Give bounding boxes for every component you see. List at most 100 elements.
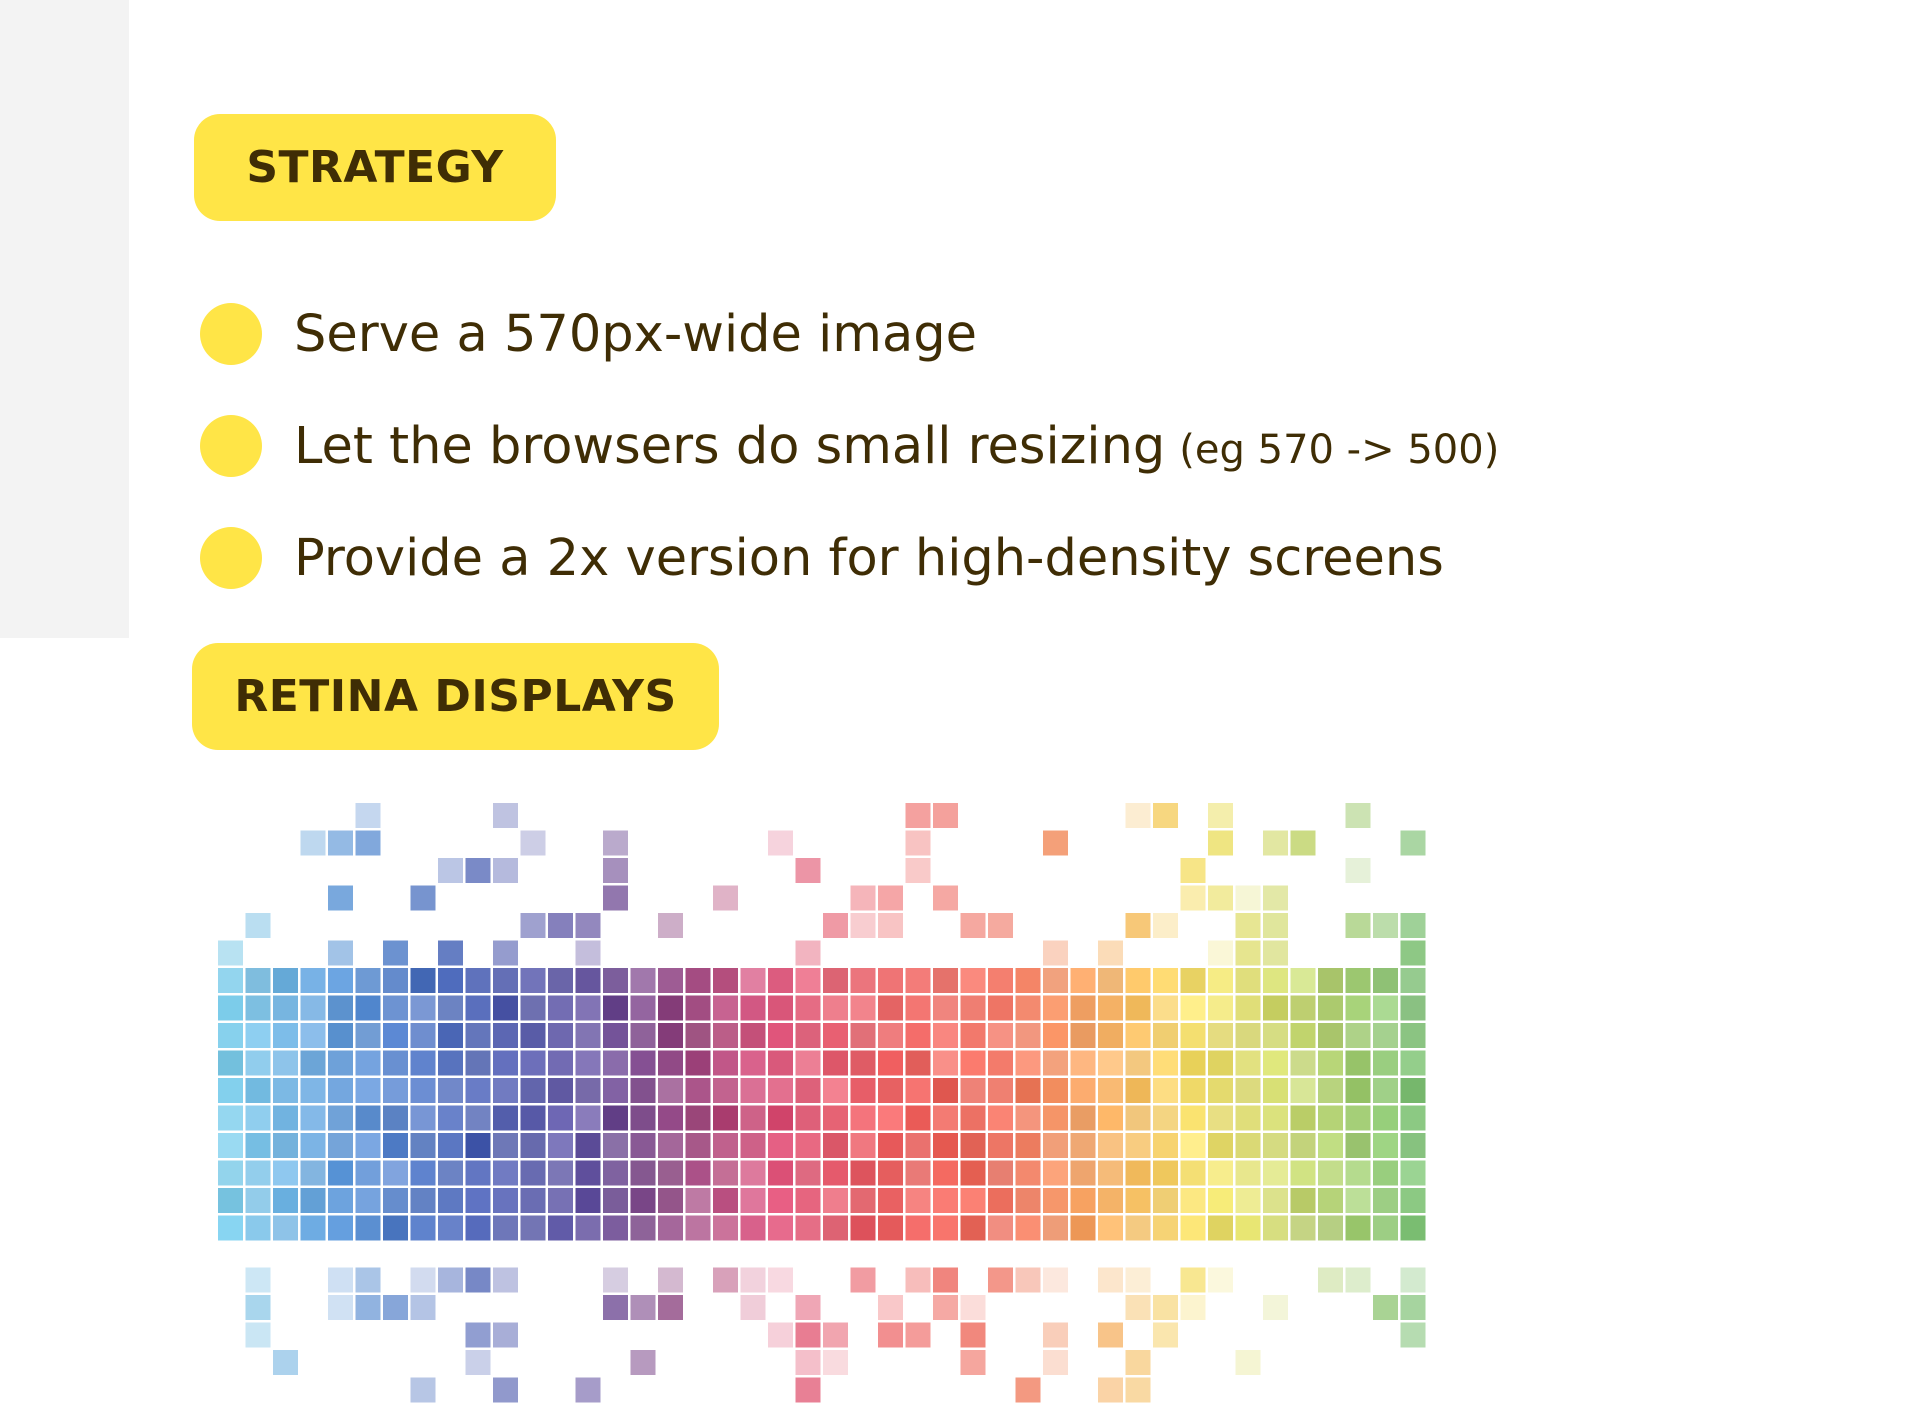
mosaic-pixel <box>905 803 931 828</box>
mosaic-pixel <box>1098 1133 1123 1158</box>
mosaic-pixel <box>1318 1105 1343 1131</box>
mosaic-pixel <box>1153 803 1178 828</box>
mosaic-pixel <box>1015 1078 1041 1103</box>
mosaic-pixel <box>685 1133 711 1158</box>
mosaic-pixel <box>933 803 958 828</box>
mosaic-pixel <box>1345 1215 1371 1241</box>
mosaic-pixel <box>465 1160 491 1186</box>
mosaic-pixel <box>878 1160 903 1186</box>
mosaic-pixel <box>273 1133 298 1158</box>
mosaic-pixel <box>1098 968 1123 993</box>
mosaic-pixel <box>1180 1133 1206 1158</box>
strategy-item-label: Serve a 570px-wide image <box>294 304 977 364</box>
mosaic-pixel <box>548 1105 573 1131</box>
mosaic-pixel <box>1015 1050 1041 1076</box>
mosaic-pixel <box>1098 1267 1123 1293</box>
mosaic-pixel <box>960 1078 986 1103</box>
mosaic-pixel <box>658 995 683 1021</box>
mosaic-pixel <box>438 1188 463 1213</box>
mosaic-pixel <box>795 1322 821 1348</box>
mosaic-pixel <box>575 1133 601 1158</box>
mosaic-pixel <box>1125 1188 1151 1213</box>
mosaic-pixel <box>493 1023 518 1048</box>
mosaic-pixel <box>1263 995 1288 1021</box>
mosaic-pixel <box>1180 1295 1206 1320</box>
mosaic-pixel <box>1290 995 1316 1021</box>
mosaic-pixel <box>1043 1078 1068 1103</box>
mosaic-pixel <box>245 1133 271 1158</box>
mosaic-pixel <box>713 1023 738 1048</box>
mosaic-pixel <box>1153 995 1178 1021</box>
mosaic-pixel <box>1125 1295 1151 1320</box>
mosaic-pixel <box>685 995 711 1021</box>
mosaic-pixel <box>713 1105 738 1131</box>
mosaic-pixel <box>548 968 573 993</box>
mosaic-pixel <box>1235 1050 1261 1076</box>
strategy-item-text: Provide a 2x version for high-density sc… <box>294 529 1444 588</box>
strategy-heading: STRATEGY <box>246 142 504 193</box>
mosaic-pixel <box>1180 1105 1206 1131</box>
mosaic-pixel <box>795 1350 821 1375</box>
mosaic-pixel <box>1015 995 1041 1021</box>
mosaic-pixel <box>1125 1267 1151 1293</box>
mosaic-pixel <box>355 1215 381 1241</box>
mosaic-pixel <box>658 1105 683 1131</box>
mosaic-pixel <box>905 968 931 993</box>
mosaic-pixel <box>823 1023 848 1048</box>
strategy-item-label: Provide a 2x version for high-density sc… <box>294 528 1444 588</box>
mosaic-pixel <box>1098 1105 1123 1131</box>
mosaic-pixel <box>933 995 958 1021</box>
mosaic-pixel <box>1345 1050 1371 1076</box>
mosaic-pixel <box>1125 1377 1151 1403</box>
mosaic-pixel <box>1400 1215 1426 1241</box>
mosaic-pixel <box>218 1023 243 1048</box>
mosaic-pixel <box>1015 1267 1041 1293</box>
mosaic-pixel <box>355 830 381 856</box>
mosaic-pixel <box>1400 1160 1426 1186</box>
mosaic-pixel <box>905 1188 931 1213</box>
mosaic-pixel <box>1235 913 1261 938</box>
mosaic-pixel <box>685 1160 711 1186</box>
mosaic-pixel <box>1345 1105 1371 1131</box>
mosaic-pixel <box>630 1023 656 1048</box>
mosaic-pixel <box>1318 1188 1343 1213</box>
mosaic-pixel <box>245 1050 271 1076</box>
mosaic-pixel <box>1263 1133 1288 1158</box>
mosaic-pixel <box>1043 1267 1068 1293</box>
mosaic-pixel <box>493 1377 518 1403</box>
mosaic-pixel <box>933 1188 958 1213</box>
mosaic-pixel <box>1125 968 1151 993</box>
mosaic-pixel <box>768 1267 793 1293</box>
mosaic-pixel <box>1043 1023 1068 1048</box>
mosaic-pixel <box>438 995 463 1021</box>
mosaic-pixel <box>548 1023 573 1048</box>
mosaic-pixel <box>603 1078 628 1103</box>
mosaic-pixel <box>823 968 848 993</box>
mosaic-pixel <box>1043 1350 1068 1375</box>
mosaic-pixel <box>795 1023 821 1048</box>
mosaic-pixel <box>465 1215 491 1241</box>
mosaic-pixel <box>1400 968 1426 993</box>
mosaic-pixel <box>988 913 1013 938</box>
mosaic-pixel <box>273 1188 298 1213</box>
mosaic-pixel <box>740 1267 766 1293</box>
mosaic-pixel <box>383 1133 408 1158</box>
mosaic-pixel <box>548 1078 573 1103</box>
mosaic-pixel <box>383 1295 408 1320</box>
mosaic-pixel <box>630 1215 656 1241</box>
mosaic-pixel <box>1153 1133 1178 1158</box>
mosaic-pixel <box>1153 1105 1178 1131</box>
mosaic-pixel <box>1125 1078 1151 1103</box>
mosaic-pixel <box>1235 1215 1261 1241</box>
mosaic-pixel <box>1043 830 1068 856</box>
mosaic-pixel <box>1290 1215 1316 1241</box>
mosaic-pixel <box>905 1267 931 1293</box>
mosaic-pixel <box>548 1188 573 1213</box>
mosaic-pixel <box>1318 968 1343 993</box>
mosaic-pixel <box>218 1050 243 1076</box>
mosaic-pixel <box>300 968 326 993</box>
mosaic-pixel <box>603 1050 628 1076</box>
mosaic-pixel <box>685 1023 711 1048</box>
mosaic-pixel <box>493 1322 518 1348</box>
mosaic-pixel <box>1290 1133 1316 1158</box>
